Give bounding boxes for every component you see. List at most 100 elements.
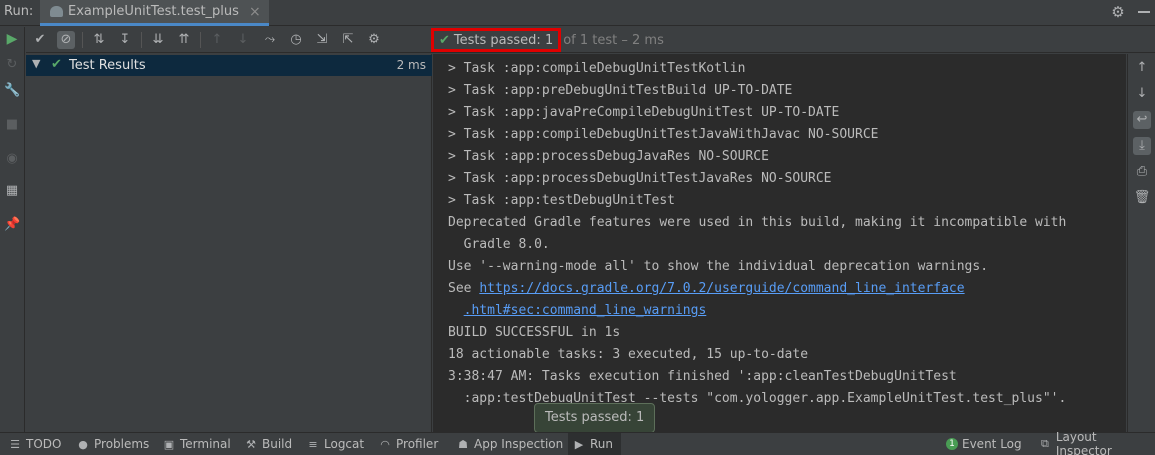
sort-by-duration-icon[interactable]: ↧ xyxy=(116,31,134,49)
console-line: Gradle 8.0. xyxy=(448,237,550,252)
tool-tab-event-log[interactable]: 1 Event Log xyxy=(946,433,1022,455)
show-passed-icon[interactable]: ✔ xyxy=(31,31,49,49)
soft-wrap-icon[interactable]: ↩ xyxy=(1133,111,1151,129)
run-titlebar: Run: ExampleUnitTest.test_plus × ⚙ xyxy=(0,0,1155,26)
chevron-down-icon[interactable]: ▼ xyxy=(32,57,40,70)
toolbar-separator xyxy=(200,32,201,48)
rerun-failed-icon[interactable]: ↻ xyxy=(4,57,20,73)
tree-root-label: Test Results xyxy=(69,58,146,73)
run-label: Run: xyxy=(4,4,34,19)
android-icon: ☗ xyxy=(458,437,468,451)
tool-tab-label: Layout Inspector xyxy=(1055,430,1112,455)
tool-tab-label: Terminal xyxy=(180,437,231,451)
test-history-icon[interactable]: ◷ xyxy=(287,31,305,49)
scroll-down-icon[interactable]: ↓ xyxy=(1133,85,1151,103)
run-config-tab[interactable]: ExampleUnitTest.test_plus × xyxy=(40,0,269,26)
console-line: Deprecated Gradle features were used in … xyxy=(448,215,1067,230)
test-runner-toolbar: ✔ ⊘ ⇅ ↧ ⇊ ⇈ ↑ ↓ ⤳ ◷ ⇲ ⇱ ⚙ ✔ Tests passed… xyxy=(26,27,1155,53)
tests-passed-text: Tests passed: 1 xyxy=(453,32,554,48)
console-see-prefix: See xyxy=(448,281,480,296)
console-line: Use '--warning-mode all' to show the ind… xyxy=(448,259,989,274)
export-results-icon[interactable]: ⇱ xyxy=(339,31,357,49)
tool-tab-profiler[interactable]: ◠ Profiler xyxy=(378,433,438,455)
profiler-icon: ◠ xyxy=(380,437,390,451)
run-left-toolbar: ▶ ↻ 🔧 ■ ◉ ▦ 📌 xyxy=(0,27,25,432)
tree-row-test-results[interactable]: ▼ ✔ Test Results 2 ms xyxy=(26,55,432,76)
tool-tab-problems[interactable]: ● Problems xyxy=(76,433,149,455)
console-line-link-cont: .html#sec:command_line_warnings xyxy=(448,300,1066,322)
sort-alphabetically-icon[interactable]: ⇅ xyxy=(90,31,108,49)
console-line: > Task :app:compileDebugUnitTestJavaWith… xyxy=(448,127,879,142)
console-line: > Task :app:testDebugUnitTest xyxy=(448,193,675,208)
hammer-icon: ⚒ xyxy=(246,437,256,451)
tool-tab-terminal[interactable]: ▣ Terminal xyxy=(162,433,231,455)
hide-panel-icon[interactable] xyxy=(1138,11,1150,13)
wrench-icon[interactable]: 🔧 xyxy=(4,83,20,99)
logcat-icon: ≡ xyxy=(308,437,318,451)
console-line: BUILD SUCCESSFUL in 1s xyxy=(448,325,621,340)
console-line: > Task :app:processDebugUnitTestJavaRes … xyxy=(448,171,832,186)
gradle-docs-link-cont[interactable]: .html#sec:command_line_warnings xyxy=(464,303,707,318)
settings-gear-icon[interactable]: ⚙ xyxy=(1110,4,1126,20)
terminal-icon: ▣ xyxy=(163,437,175,451)
settings-icon[interactable]: ⚙ xyxy=(365,31,383,49)
trash-icon[interactable]: 🗑 xyxy=(1133,189,1151,207)
tool-tab-label: Build xyxy=(262,437,293,451)
tool-tab-label: Run xyxy=(590,437,614,451)
previous-failed-icon[interactable]: ↑ xyxy=(208,31,226,49)
passed-check-icon: ✔ xyxy=(51,57,62,72)
print-icon[interactable]: ⎙ xyxy=(1133,163,1151,181)
tool-tab-app-inspection[interactable]: ☗ App Inspection xyxy=(456,433,563,455)
info-icon: ● xyxy=(78,437,88,451)
tests-passed-tooltip: Tests passed: 1 xyxy=(534,403,656,433)
run-config-tab-title: ExampleUnitTest.test_plus xyxy=(68,4,239,19)
stop-icon[interactable]: ■ xyxy=(4,117,20,133)
console-line: 18 actionable tasks: 3 executed, 15 up-t… xyxy=(448,347,809,362)
layout-icon[interactable]: ▦ xyxy=(4,183,20,199)
scroll-up-icon[interactable]: ↑ xyxy=(1133,59,1151,77)
tool-tab-todo[interactable]: ☰ TODO xyxy=(8,433,61,455)
console-line-see: See https://docs.gradle.org/7.0.2/usergu… xyxy=(448,278,1066,300)
console-line: > Task :app:processDebugJavaRes NO-SOURC… xyxy=(448,149,769,164)
console-right-toolbar: ↑ ↓ ↩ ⤓ ⎙ 🗑 xyxy=(1127,54,1155,432)
test-config-icon xyxy=(50,6,63,17)
pin-icon[interactable]: 📌 xyxy=(4,217,20,233)
console-indent xyxy=(448,303,464,318)
tool-tab-run[interactable]: ▶ Run xyxy=(568,433,622,455)
tool-tab-layout-inspector[interactable]: ⧉ Layout Inspector xyxy=(1038,430,1155,455)
close-tab-icon[interactable]: × xyxy=(249,4,261,20)
tool-window-bar: ☰ TODO ● Problems ▣ Terminal ⚒ Build ≡ Logcat… xyxy=(0,430,1155,455)
test-status: ✔ Tests passed: 1 of 1 test – 2 ms xyxy=(431,27,664,53)
import-tests-icon[interactable]: ⤳ xyxy=(261,31,279,49)
scroll-to-end-icon[interactable]: ⤓ xyxy=(1133,137,1151,155)
run-icon: ▶ xyxy=(574,437,584,451)
passed-check-icon: ✔ xyxy=(439,32,450,48)
expand-all-icon[interactable]: ⇊ xyxy=(149,31,167,49)
test-results-tree: ▼ ✔ Test Results 2 ms xyxy=(26,54,432,432)
rerun-icon[interactable]: ▶ xyxy=(4,31,20,47)
event-count-badge: 1 xyxy=(946,438,958,450)
console-line: > Task :app:javaPreCompileDebugUnitTest … xyxy=(448,105,840,120)
eye-icon[interactable]: ◉ xyxy=(4,151,20,167)
tests-passed-highlight: ✔ Tests passed: 1 xyxy=(431,28,562,52)
show-ignored-icon[interactable]: ⊘ xyxy=(57,31,75,49)
tool-tab-label: Problems xyxy=(94,437,150,451)
next-failed-icon[interactable]: ↓ xyxy=(234,31,252,49)
tool-tab-label: Event Log xyxy=(962,437,1022,451)
gradle-docs-link[interactable]: https://docs.gradle.org/7.0.2/userguide/… xyxy=(479,281,964,296)
list-icon: ☰ xyxy=(10,437,20,451)
toolbar-separator xyxy=(82,32,83,48)
console-line: > Task :app:compileDebugUnitTestKotlin xyxy=(448,61,746,76)
tool-tab-label: Logcat xyxy=(324,437,365,451)
tool-tab-label: Profiler xyxy=(396,437,439,451)
toolbar-separator xyxy=(141,32,142,48)
console-output[interactable]: > Task :app:compileDebugUnitTestKotlin >… xyxy=(433,54,1126,432)
console-line: 3:38:47 AM: Tasks execution finished ':a… xyxy=(448,369,957,384)
import-results-icon[interactable]: ⇲ xyxy=(313,31,331,49)
tool-tab-label: App Inspection xyxy=(474,437,564,451)
tests-summary-text: of 1 test – 2 ms xyxy=(563,32,664,48)
collapse-all-icon[interactable]: ⇈ xyxy=(175,31,193,49)
tool-tab-build[interactable]: ⚒ Build xyxy=(244,433,292,455)
tool-tab-label: TODO xyxy=(26,437,62,451)
tool-tab-logcat[interactable]: ≡ Logcat xyxy=(306,433,364,455)
